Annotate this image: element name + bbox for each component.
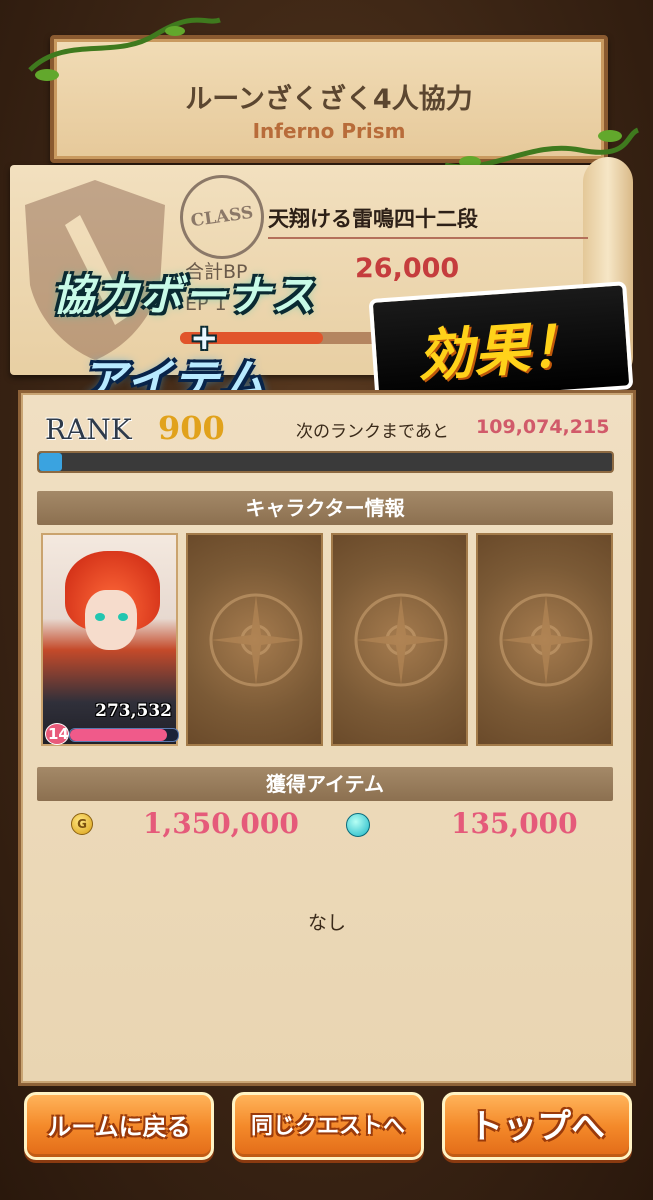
item-rewards: G 1,350,000 135,000 [41, 805, 621, 845]
gold-amount: 1,350,000 [143, 807, 299, 840]
rune-emblem-icon [209, 593, 303, 687]
rune-emblem-icon [499, 593, 593, 687]
promo-effect-text: 効果！ [415, 313, 588, 390]
rank-label: RANK [45, 413, 132, 446]
class-stamp: CLASS [174, 169, 270, 265]
bp-value: 26,000 [355, 253, 460, 284]
next-rank-value: 109,074,215 [476, 416, 610, 438]
promo-text-bonus: 協力ボーナス [52, 271, 317, 320]
gold-coin-icon: G [71, 813, 93, 835]
next-rank-label: 次のランクまであと [296, 422, 449, 442]
character-card-empty[interactable] [331, 533, 468, 746]
hero-face [85, 590, 137, 650]
rune-amount: 135,000 [451, 807, 578, 840]
rank-progress-fill [39, 453, 62, 471]
hero-eye [95, 613, 105, 621]
no-items-text: なし [307, 912, 346, 934]
divider [268, 237, 588, 239]
hero-hp-bar [69, 728, 179, 742]
hero-hp-fill [70, 729, 168, 741]
vine-decoration-left [28, 17, 221, 81]
rune-emblem-icon [354, 593, 448, 687]
character-card-empty[interactable] [186, 533, 323, 746]
promo-effect-badge: 効果！ [368, 281, 634, 407]
top-button[interactable]: トップへ [442, 1092, 632, 1160]
rune-gem-icon [346, 813, 370, 837]
same-quest-button[interactable]: 同じクエストへ [232, 1092, 424, 1160]
character-card-hero[interactable]: 273,532 14 [41, 533, 179, 746]
back-to-room-button[interactable]: ルームに戻る [24, 1092, 214, 1160]
rank-progress-bar [37, 451, 614, 473]
items-section-header: 獲得アイテム [37, 767, 613, 801]
character-cards: 273,532 14 [41, 533, 619, 748]
hero-level: 14 [48, 725, 69, 743]
character-section-header: キャラクター情報 [37, 491, 613, 525]
rank-value: 900 [158, 409, 225, 447]
hero-power: 273,532 [95, 701, 172, 721]
class-name: 天翔ける雷鳴四十二段 [268, 207, 478, 231]
character-card-empty[interactable] [476, 533, 613, 746]
hero-eye [118, 613, 128, 621]
result-panel: RANK 900 次のランクまであと 109,074,215 キャラクター情報 … [18, 390, 636, 1086]
